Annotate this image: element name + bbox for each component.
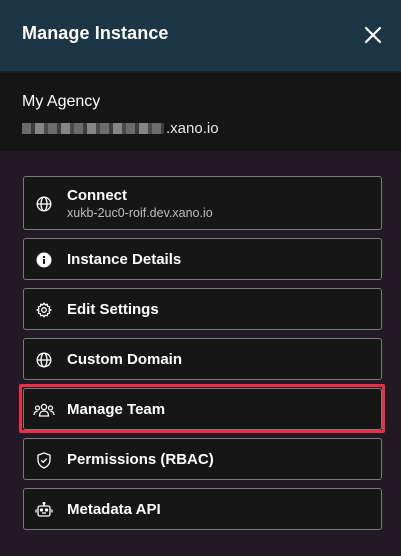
connect-host: xukb-2uc0-roif.dev.xano.io: [67, 206, 213, 220]
connect-label: Connect: [67, 187, 127, 204]
instance-name: My Agency: [22, 93, 101, 110]
info-circle-icon: [35, 251, 53, 269]
domain-suffix: .xano.io: [166, 119, 219, 137]
close-icon: [364, 26, 382, 44]
edit-settings-label: Edit Settings: [67, 301, 159, 318]
instance-details-button[interactable]: Instance Details: [23, 238, 382, 280]
panel-title: Manage Instance: [22, 23, 169, 43]
redacted-subdomain: [22, 122, 164, 134]
instance-domain: .xano.io: [22, 119, 219, 137]
panel-header: Manage Instance: [0, 0, 401, 72]
metadata-api-button[interactable]: Metadata API: [23, 488, 382, 530]
robot-icon: [35, 501, 53, 519]
permissions-rbac-button[interactable]: Permissions (RBAC): [23, 438, 382, 480]
globe-icon: [35, 351, 53, 369]
gear-icon: [35, 301, 53, 319]
edit-settings-button[interactable]: Edit Settings: [23, 288, 382, 330]
custom-domain-label: Custom Domain: [67, 351, 183, 368]
metadata-api-label: Metadata API: [67, 501, 161, 518]
users-icon: [33, 401, 55, 419]
manage-instance-panel: Manage Instance My Agency .xano.io Conne…: [0, 0, 401, 556]
globe-icon: [35, 195, 53, 213]
manage-team-label: Manage Team: [67, 401, 166, 418]
custom-domain-button[interactable]: Custom Domain: [23, 338, 382, 380]
manage-team-button[interactable]: Manage Team: [23, 388, 382, 430]
close-button[interactable]: [356, 20, 390, 50]
permissions-label: Permissions (RBAC): [67, 451, 214, 468]
connect-button[interactable]: Connect xukb-2uc0-roif.dev.xano.io: [23, 176, 382, 230]
shield-check-icon: [35, 451, 53, 469]
instance-info: My Agency .xano.io: [0, 73, 401, 151]
instance-details-label: Instance Details: [67, 251, 182, 268]
